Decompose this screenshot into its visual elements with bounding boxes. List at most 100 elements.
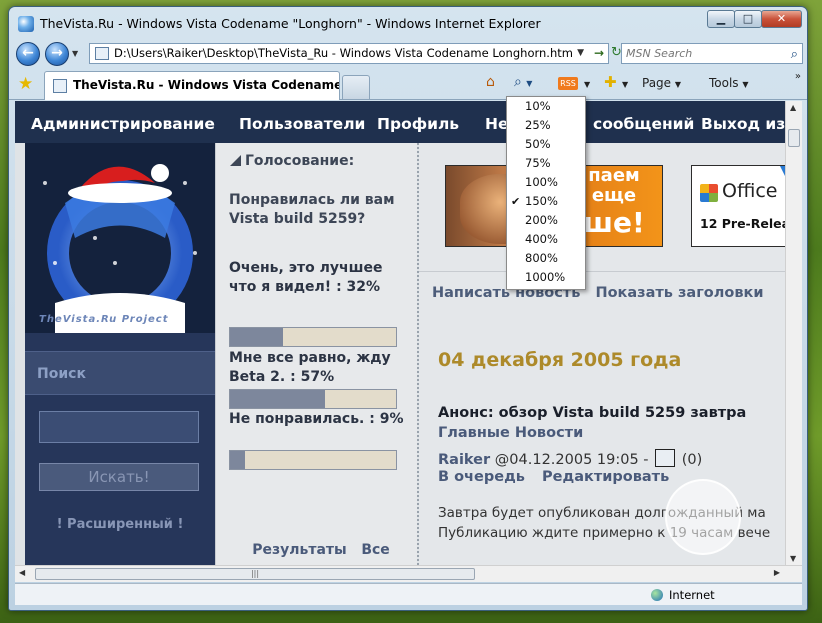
close-button[interactable]: ✕ <box>761 10 802 28</box>
queue-link[interactable]: В очередь <box>438 469 525 485</box>
poll-results-link[interactable]: Результаты <box>252 542 346 558</box>
poll-option-1: Очень, это лучшее что я видел! : 32% <box>229 260 383 295</box>
page-icon <box>95 47 109 60</box>
poll-option-2: Мне все равно, жду Beta 2. : 57% <box>229 350 391 385</box>
zoom-dropdown-icon: ▼ <box>526 79 533 88</box>
forward-button[interactable]: → <box>45 42 69 66</box>
maximize-button[interactable]: □ <box>734 10 762 28</box>
comment-icon[interactable] <box>655 449 676 467</box>
favorites-star-icon[interactable]: ★ <box>18 74 33 94</box>
site-nav: Администрирование Пользователи Профиль Н… <box>15 101 785 143</box>
main-links: Написать новость Показать заголовки <box>432 285 774 301</box>
vista-snow-logo-icon <box>43 164 197 333</box>
tab-active[interactable]: TheVista.Ru - Windows Vista Codename "Lo… <box>44 71 340 100</box>
news-category-link[interactable]: Главные Новости <box>438 425 583 441</box>
tools-menu-button[interactable]: Tools ▼ <box>709 76 749 90</box>
zoom-option-400[interactable]: 400% <box>507 230 585 249</box>
scroll-right-icon[interactable]: ▶ <box>774 568 780 577</box>
address-field[interactable]: D:\Users\Raiker\Desktop\TheVista_Ru - Wi… <box>89 43 609 64</box>
poll-links: Результаты Все опросы <box>226 541 416 565</box>
rss-feed-icon[interactable]: RSS <box>558 77 578 90</box>
new-tab-button[interactable] <box>342 75 370 99</box>
nav-profile[interactable]: Профиль <box>377 115 459 133</box>
rss-dropdown-icon[interactable]: ▼ <box>584 76 590 90</box>
zoom-option-75[interactable]: 75% <box>507 154 585 173</box>
tools-menu-label: Tools <box>709 76 739 90</box>
office-banner-text: Office <box>722 180 778 202</box>
scroll-up-icon[interactable]: ▲ <box>790 103 796 112</box>
news-title[interactable]: Анонс: обзор Vista build 5259 завтра <box>438 405 746 421</box>
poll-bar-1 <box>229 327 397 347</box>
horizontal-scrollbar[interactable]: ◀ ||| ▶ <box>15 565 802 582</box>
more-commands-icon[interactable]: » <box>795 71 801 82</box>
recent-pages-dropdown-icon[interactable]: ▼ <box>72 49 78 58</box>
back-button[interactable]: ← <box>16 42 40 66</box>
zoom-option-200[interactable]: 200% <box>507 211 585 230</box>
minimize-button[interactable]: ▁ <box>707 10 735 28</box>
author-link[interactable]: Raiker <box>438 452 490 468</box>
vertical-scrollbar[interactable]: ▲ ▼ <box>785 101 802 565</box>
search-band: Поиск <box>25 351 215 395</box>
office-banner-subtext: 12 Pre-Relea <box>700 216 785 231</box>
advanced-search-link[interactable]: ! Расширенный ! <box>25 517 215 532</box>
nav-messages[interactable]: сообщений <box>593 115 694 133</box>
zoom-check-icon: ✔ <box>511 195 521 208</box>
site-logo[interactable]: TheVista.Ru Project <box>25 143 215 333</box>
search-placeholder: MSN Search <box>626 47 693 60</box>
site-search-button[interactable]: Искать! <box>39 463 199 491</box>
search-icon[interactable]: ⌕ <box>791 45 798 64</box>
poll-bar-3-fill <box>230 451 245 469</box>
home-icon[interactable]: ⌂ <box>486 74 495 90</box>
scroll-left-icon[interactable]: ◀ <box>19 568 25 577</box>
edit-link[interactable]: Редактировать <box>542 469 669 485</box>
poll-heading: Голосование: <box>230 153 354 169</box>
nav-new[interactable]: Не <box>485 115 509 133</box>
zoom-option-10[interactable]: 10% <box>507 97 585 116</box>
news-meta: Raiker @04.12.2005 19:05 - (0) <box>438 449 702 468</box>
poll-triangle-icon <box>230 155 241 166</box>
zoom-button[interactable]: ⌕ ▼ <box>514 74 532 90</box>
main-column: паем еще ше! Office 12 Pre-Relea Написат… <box>419 143 785 565</box>
zoom-option-1000[interactable]: 1000% <box>507 268 585 287</box>
left-column: TheVista.Ru Project Поиск Искать! ! Расш… <box>25 143 215 565</box>
poll-bar-3 <box>229 450 397 470</box>
address-dropdown-icon[interactable]: ▼ <box>577 44 584 63</box>
nav-logout[interactable]: Выход из <box>701 115 785 133</box>
nav-users[interactable]: Пользователи <box>239 115 365 133</box>
vertical-scroll-thumb[interactable] <box>788 129 800 147</box>
window-title: TheVista.Ru - Windows Vista Codename "Lo… <box>40 16 541 31</box>
tab-label: TheVista.Ru - Windows Vista Codename "Lo… <box>73 78 340 92</box>
watermark-icon <box>665 479 741 555</box>
status-bar: Internet <box>15 583 802 605</box>
poll-bar-2-fill <box>230 390 325 408</box>
globe-icon <box>651 589 663 601</box>
nav-admin[interactable]: Администрирование <box>31 115 215 133</box>
zoom-option-150[interactable]: ✔ 150% <box>507 192 585 211</box>
zoom-option-50[interactable]: 50% <box>507 135 585 154</box>
news-actions: В очередь Редактировать <box>438 469 681 485</box>
page-menu-label: Page <box>642 76 672 90</box>
search-input[interactable]: MSN Search ⌕ <box>621 43 803 64</box>
news-timestamp: @04.12.2005 19:05 - <box>494 452 649 468</box>
logo-caption: TheVista.Ru Project <box>39 314 169 325</box>
zoom-option-800[interactable]: 800% <box>507 249 585 268</box>
print-icon[interactable]: ✚ <box>604 73 617 91</box>
comment-count[interactable]: (0) <box>682 452 703 468</box>
go-icon[interactable]: → <box>594 44 604 63</box>
page-menu-button[interactable]: Page ▼ <box>642 76 681 90</box>
site-search-input[interactable] <box>39 411 199 443</box>
show-headlines-link[interactable]: Показать заголовки <box>595 285 763 301</box>
zoom-option-25[interactable]: 25% <box>507 116 585 135</box>
poll-bar-2 <box>229 389 397 409</box>
poll-question: Понравилась ли вам Vista build 5259? <box>229 192 395 227</box>
print-dropdown-icon[interactable]: ▼ <box>622 76 628 90</box>
security-zone[interactable]: Internet <box>669 588 715 602</box>
zoom-menu: 10% 25% 50% 75% 100% ✔ 150% 200% 400% 800… <box>506 96 586 290</box>
zoom-option-100[interactable]: 100% <box>507 173 585 192</box>
scroll-down-icon[interactable]: ▼ <box>790 554 796 563</box>
tab-row: ★ TheVista.Ru - Windows Vista Codename "… <box>9 67 807 100</box>
title-bar: TheVista.Ru - Windows Vista Codename "Lo… <box>9 7 807 39</box>
office-banner[interactable]: Office 12 Pre-Relea <box>691 165 785 247</box>
horizontal-scroll-thumb[interactable]: ||| <box>35 568 475 580</box>
ie-window: TheVista.Ru - Windows Vista Codename "Lo… <box>8 6 808 611</box>
